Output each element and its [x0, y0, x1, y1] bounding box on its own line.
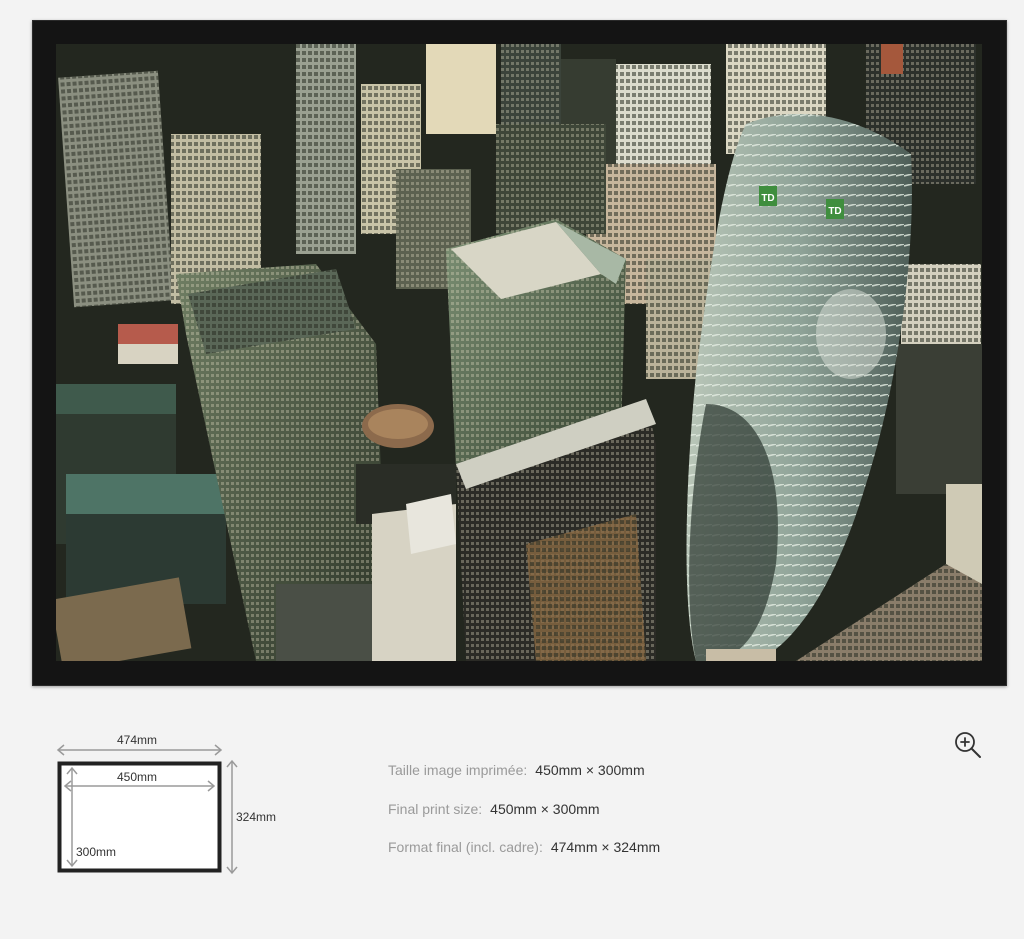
dimension-lines	[56, 744, 238, 875]
inner-height-label: 300mm	[76, 845, 117, 859]
print-image[interactable]: TD TD	[56, 44, 982, 661]
info-separator: :	[523, 762, 528, 778]
svg-text:TD: TD	[761, 193, 774, 204]
final-format-row: Format final (incl. cadre): 474mm × 324mm	[388, 837, 660, 876]
info-label: Taille image imprimée	[388, 762, 524, 778]
info-value: 474mm × 324mm	[550, 839, 661, 855]
info-separator: :	[538, 839, 543, 855]
info-label: Final print size	[388, 800, 479, 817]
zoom-in-icon[interactable]	[952, 729, 984, 761]
city-photo-illustration: TD TD	[56, 44, 982, 661]
info-value: 450mm × 300mm	[535, 762, 645, 778]
picture-frame: TD TD	[32, 20, 1007, 686]
dimension-diagram: 474mm 450mm 324mm 300mm	[50, 728, 300, 888]
final-print-size-row: Final print size: 450mm × 300mm	[388, 799, 660, 838]
outer-height-label: 324mm	[236, 810, 277, 824]
inner-width-label: 450mm	[117, 770, 158, 784]
outer-width-label: 474mm	[117, 733, 158, 747]
printed-image-size-row: Taille image imprimée: 450mm × 300mm	[388, 760, 660, 799]
info-separator: :	[478, 800, 483, 817]
svg-text:TD: TD	[828, 206, 841, 217]
info-label: Format final (incl. cadre)	[388, 839, 539, 855]
info-value: 450mm × 300mm	[490, 800, 600, 817]
size-info: Taille image imprimée: 450mm × 300mm Fina…	[388, 760, 660, 876]
